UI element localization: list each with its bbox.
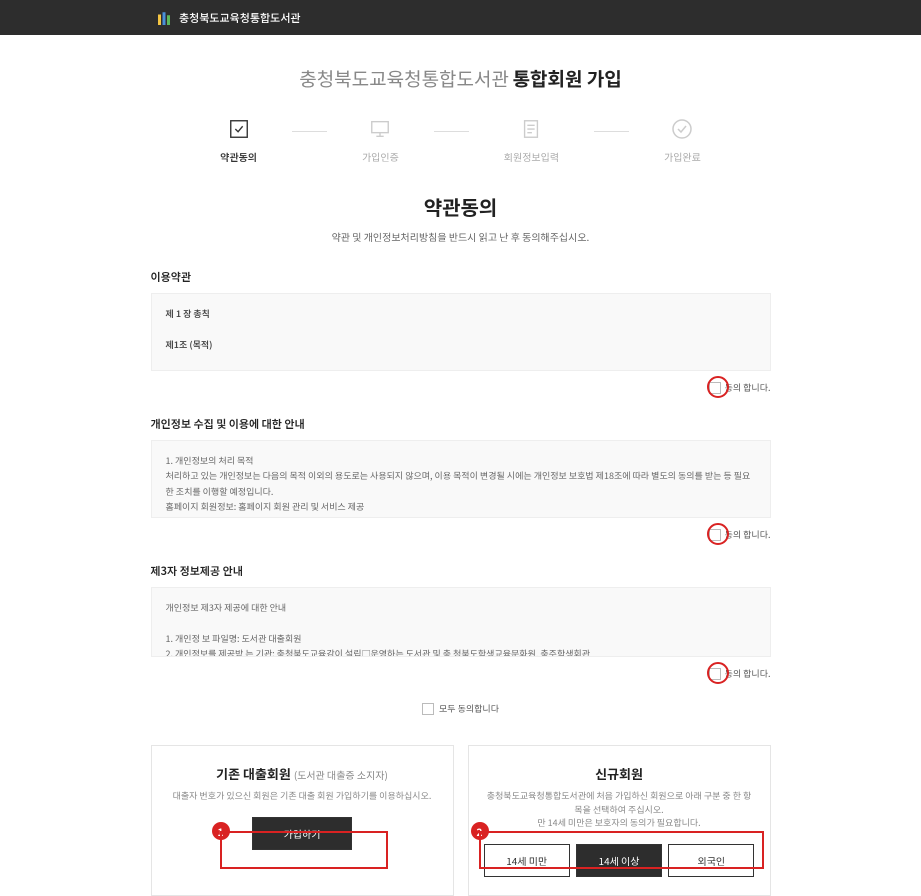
annotation-badge: 2	[471, 822, 489, 840]
card-desc: 대출자 번호가 있으신 회원은 기존 대출 회원 가입하기를 이용하십시오.	[167, 789, 438, 803]
page-title-prefix: 충청북도교육청통합도서관	[299, 65, 509, 92]
signup-existing-button[interactable]: 가입하기	[252, 817, 352, 850]
agree-row: 동의 합니다.	[151, 381, 771, 394]
card-desc: 충청북도교육청통합도서관에 처음 가입하신 회원으로 아래 구분 중 한 항목을…	[484, 789, 755, 830]
section-subtitle: 약관 및 개인정보처리방침을 반드시 읽고 난 후 동의해주십시오.	[0, 229, 921, 244]
agree-all-label: 모두 동의합니다	[439, 702, 499, 715]
over14-button[interactable]: 14세 이상	[576, 844, 662, 877]
site-logo[interactable]: 충청북도교육청통합도서관	[155, 9, 300, 27]
existing-member-card: 기존 대출회원 (도서관 대출증 소지자) 대출자 번호가 있으신 회원은 기존…	[151, 745, 454, 896]
terms-text-box[interactable]: 개인정보 제3자 제공에 대한 안내 1. 개인정 보 파일명: 도서관 대출회…	[151, 587, 771, 657]
card-buttons: 가입하기	[167, 817, 438, 850]
agree-row: 동의 합니다.	[151, 667, 771, 680]
agree-all-checkbox[interactable]	[422, 703, 434, 715]
page-title-main: 통합회원 가입	[513, 65, 622, 92]
annotation-badge: 1	[212, 822, 230, 840]
terms-line: 제1조 (목적)	[166, 337, 756, 352]
terms-text-box[interactable]: 1. 개인정보의 처리 목적 처리하고 있는 개인정보는 다음의 목적 이외의 …	[151, 440, 771, 518]
terms-block-usage: 이용약관 제 1 장 총칙 제1조 (목적) 이 약관은 충북통합도서관(이하 …	[151, 269, 771, 394]
check-square-icon	[225, 117, 253, 141]
step-info: 회원정보입력	[504, 117, 559, 164]
section-title: 약관동의	[0, 192, 921, 221]
global-header: 충청북도교육청통합도서관	[0, 0, 921, 35]
agree-all-row: 모두 동의합니다	[151, 702, 771, 715]
site-name: 충청북도교육청통합도서관	[179, 10, 300, 26]
check-circle-icon	[668, 117, 696, 141]
step-label: 가입인증	[362, 149, 399, 164]
document-icon	[517, 117, 545, 141]
under14-button[interactable]: 14세 미만	[484, 844, 570, 877]
signup-steps: 약관동의 가입인증 회원정보입력 가입완료	[0, 117, 921, 164]
terms-line: 2. 개인정보를 제공받 는 기관: 충청북도교육감이 설립□운영하는 도서관 …	[166, 646, 756, 657]
agree-checkbox[interactable]	[709, 668, 721, 680]
terms-line: 홈페이지 회원정보: 홈페이지 회원 관리 및 서비스 제공	[166, 499, 756, 514]
agree-checkbox[interactable]	[709, 382, 721, 394]
card-desc-line: 충청북도교육청통합도서관에 처음 가입하신 회원으로 아래 구분 중 한 항목을…	[487, 789, 752, 816]
agree-row: 동의 합니다.	[151, 528, 771, 541]
terms-heading: 이용약관	[151, 269, 771, 285]
page-title: 충청북도교육청통합도서관 통합회원 가입	[0, 65, 921, 92]
terms-line: 1. 개인정보의 처리 목적	[166, 453, 756, 468]
step-terms: 약관동의	[220, 117, 257, 164]
terms-line: 개인정보 제3자 제공에 대한 안내	[166, 600, 756, 615]
step-label: 회원정보입력	[504, 149, 559, 164]
card-buttons: 14세 미만 14세 이상 외국인	[484, 844, 755, 877]
step-label: 가입완료	[664, 149, 701, 164]
foreigner-button[interactable]: 외국인	[668, 844, 754, 877]
step-done: 가입완료	[664, 117, 701, 164]
member-type-cards: 기존 대출회원 (도서관 대출증 소지자) 대출자 번호가 있으신 회원은 기존…	[151, 745, 771, 896]
card-desc-line: 만 14세 미만은 보호자의 동의가 필요합니다.	[537, 816, 700, 829]
step-divider	[594, 131, 629, 132]
terms-heading: 개인정보 수집 및 이용에 대한 안내	[151, 416, 771, 432]
agree-label: 동의 합니다.	[725, 667, 771, 680]
card-title-text: 기존 대출회원	[216, 764, 291, 783]
step-divider	[434, 131, 469, 132]
agree-label: 동의 합니다.	[725, 381, 771, 394]
agree-checkbox[interactable]	[709, 529, 721, 541]
terms-line: 이 약관은 충북통합도서관(이하 "충북통합도서관"라 한다)가 무료로 제공하…	[166, 367, 756, 371]
logo-icon	[155, 9, 173, 27]
card-title: 신규회원	[484, 764, 755, 783]
step-divider	[292, 131, 327, 132]
terms-block-privacy: 개인정보 수집 및 이용에 대한 안내 1. 개인정보의 처리 목적 처리하고 …	[151, 416, 771, 541]
terms-line: 도서관 대출 회원정보: 도서관 대출 회원 관리 및 서비스 제공	[166, 514, 756, 518]
main-content: 이용약관 제 1 장 총칙 제1조 (목적) 이 약관은 충북통합도서관(이하 …	[151, 269, 771, 896]
new-member-card: 신규회원 충청북도교육청통합도서관에 처음 가입하신 회원으로 아래 구분 중 …	[468, 745, 771, 896]
monitor-icon	[366, 117, 394, 141]
terms-block-thirdparty: 제3자 정보제공 안내 개인정보 제3자 제공에 대한 안내 1. 개인정 보 …	[151, 563, 771, 680]
step-verify: 가입인증	[362, 117, 399, 164]
terms-heading: 제3자 정보제공 안내	[151, 563, 771, 579]
step-label: 약관동의	[220, 149, 257, 164]
card-title-sub: (도서관 대출증 소지자)	[294, 767, 388, 782]
terms-line: 처리하고 있는 개인정보는 다음의 목적 이외의 용도로는 사용되지 않으며, …	[166, 468, 756, 499]
terms-text-box[interactable]: 제 1 장 총칙 제1조 (목적) 이 약관은 충북통합도서관(이하 "충북통합…	[151, 293, 771, 371]
agree-label: 동의 합니다.	[725, 528, 771, 541]
terms-line: 1. 개인정 보 파일명: 도서관 대출회원	[166, 631, 756, 646]
terms-line: 제 1 장 총칙	[166, 306, 756, 321]
card-title: 기존 대출회원 (도서관 대출증 소지자)	[167, 764, 438, 783]
